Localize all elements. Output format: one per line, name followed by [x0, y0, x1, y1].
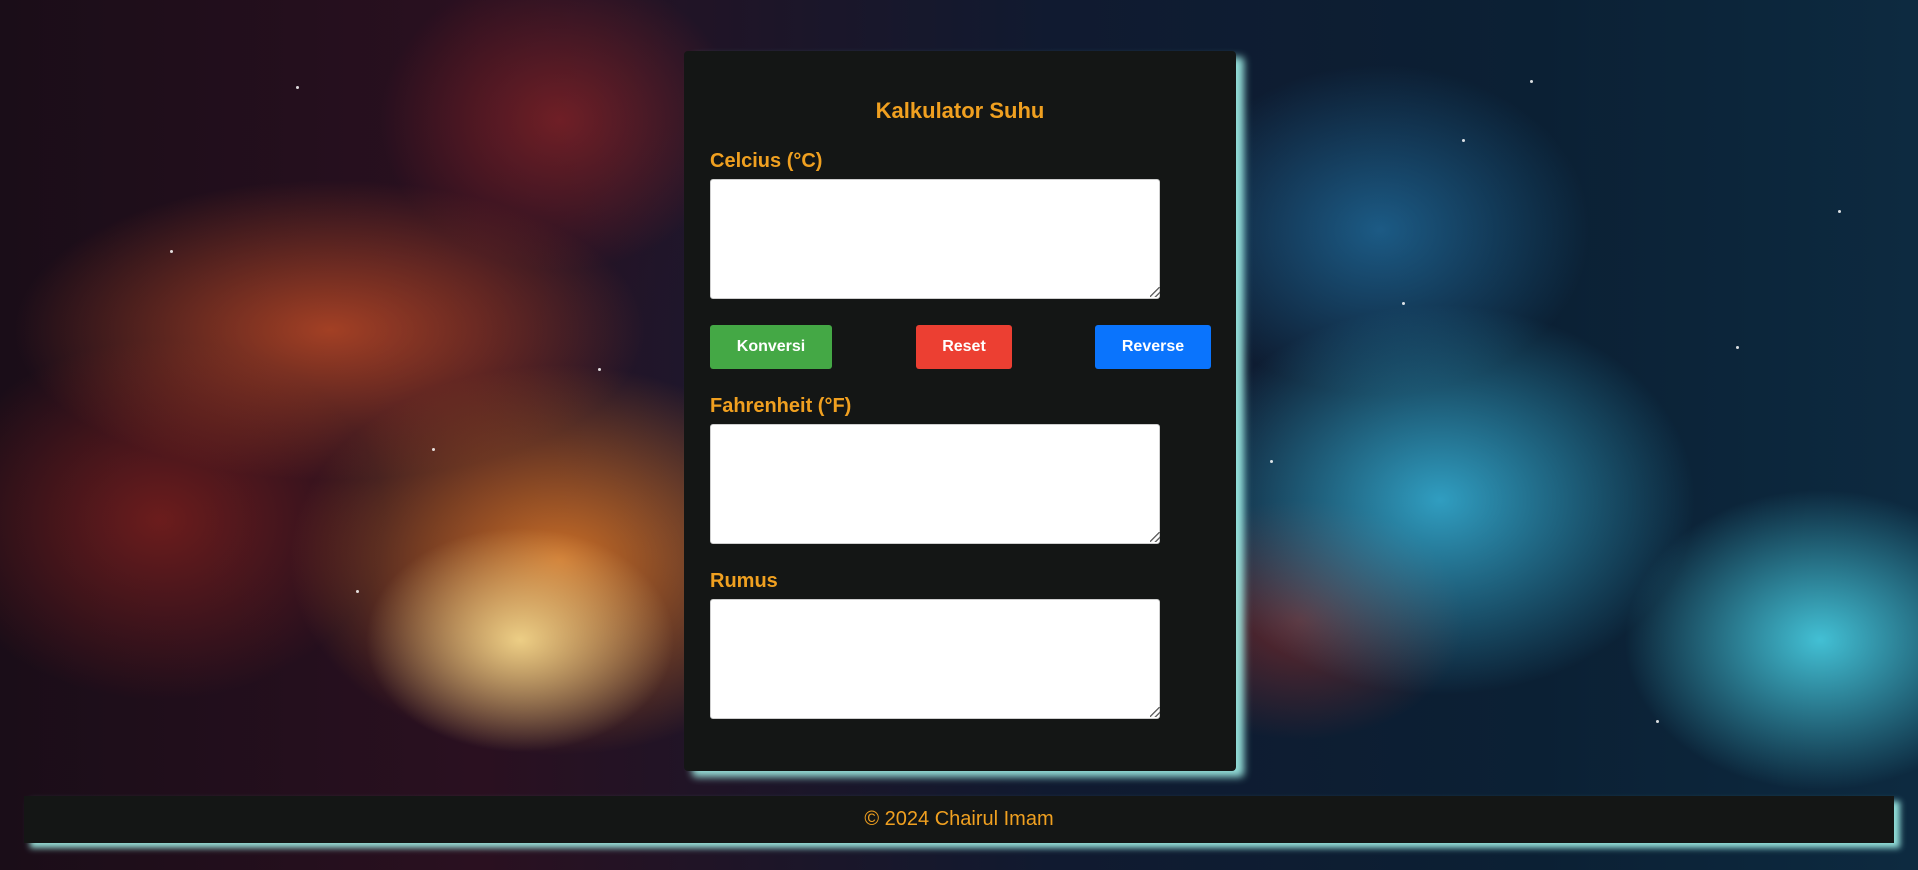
star [1838, 210, 1841, 213]
fahrenheit-label: Fahrenheit (°F) [710, 395, 852, 417]
calculator-card: Kalkulator Suhu Celcius (°C) Konversi Re… [684, 51, 1236, 771]
star [296, 86, 299, 89]
footer: © 2024 Chairul Imam [24, 796, 1894, 843]
star [1270, 460, 1273, 463]
fahrenheit-resize-grip-icon[interactable] [1150, 532, 1160, 542]
page-title: Kalkulator Suhu [875, 98, 1045, 123]
rumus-output[interactable] [710, 599, 1160, 719]
star [1736, 346, 1739, 349]
celcius-resize-grip-icon[interactable] [1150, 287, 1160, 297]
copyright-text: © 2024 Chairul Imam [864, 808, 1054, 830]
celcius-label: Celcius (°C) [710, 150, 823, 172]
reset-button[interactable]: Reset [916, 325, 1012, 369]
star [1462, 139, 1465, 142]
star [1402, 302, 1405, 305]
konversi-button[interactable]: Konversi [710, 325, 832, 369]
reverse-button[interactable]: Reverse [1095, 325, 1211, 369]
celcius-input[interactable] [710, 179, 1160, 299]
fahrenheit-input[interactable] [710, 424, 1160, 544]
star [356, 590, 359, 593]
rumus-resize-grip-icon[interactable] [1150, 707, 1160, 717]
star [1530, 80, 1533, 83]
star [598, 368, 601, 371]
star [170, 250, 173, 253]
star [1656, 720, 1659, 723]
star [432, 448, 435, 451]
rumus-label: Rumus [710, 570, 778, 592]
